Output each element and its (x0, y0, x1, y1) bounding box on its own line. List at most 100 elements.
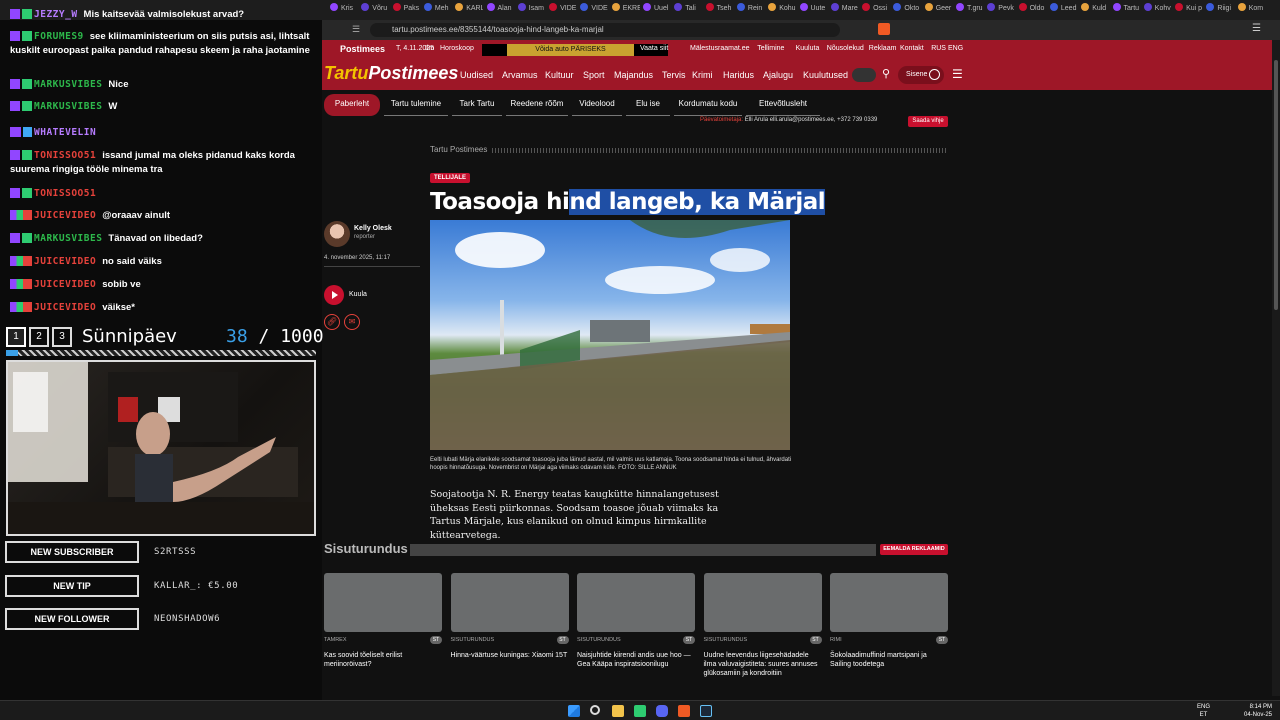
browser-tab[interactable]: Meh (423, 3, 452, 17)
folder-icon[interactable] (612, 705, 624, 717)
sponsored-card[interactable]: TAMREX ST Kas soovid tõeliselt erilist mer… (324, 573, 442, 668)
nav-item[interactable]: Kultuur (545, 70, 574, 80)
top-link-ilm[interactable]: Ilm (425, 45, 434, 52)
browser-tab[interactable]: Võru (361, 3, 389, 17)
discord-icon[interactable] (656, 705, 668, 717)
browser-tab[interactable]: Kris (330, 3, 358, 17)
system-clock[interactable]: 8:14 PM 04-Nov-25 (1244, 703, 1272, 719)
browser-tab[interactable]: Riigi (1206, 3, 1234, 17)
language-indicator[interactable]: ENG ET (1197, 703, 1210, 719)
sponsored-card[interactable]: SISUTURUNDUS ST Hinna-väärtuse kuningas: X… (450, 573, 569, 659)
browser-tab[interactable]: Alan (486, 3, 515, 17)
brave-shield-icon[interactable] (878, 23, 890, 35)
browser-tab[interactable]: T.gru (956, 3, 984, 17)
subnav-item[interactable]: Videolood (572, 94, 622, 116)
promo-cta[interactable]: Vaata siit (640, 45, 668, 52)
nav-item[interactable]: Uudised (460, 70, 493, 80)
browser-tab[interactable]: Tali (674, 3, 702, 17)
browser-tab[interactable]: Ossi (862, 3, 890, 17)
nav-item[interactable]: Haridus (723, 70, 754, 80)
subnav-item[interactable]: Tartu tulemine (384, 94, 448, 116)
author-name[interactable]: Kelly Olesk (354, 225, 392, 232)
card-title[interactable]: Šokolaadimuffinid martsipani ja Sailing … (830, 651, 948, 669)
browser-tab[interactable]: Kui p (1175, 3, 1203, 17)
app-icon[interactable] (634, 705, 646, 717)
top-right-link[interactable]: Kontakt (900, 45, 924, 52)
sponsored-card[interactable]: SISUTURUNDUS ST Uudne leevendus liigesehäd… (703, 573, 822, 677)
card-title[interactable]: Hinna-väärtuse kuningas: Xiaomi 15T (451, 651, 569, 660)
subnav-item[interactable]: Reedene rõõm (506, 94, 568, 116)
tab-search-icon[interactable]: ☰ (352, 24, 360, 35)
card-image[interactable] (830, 573, 948, 632)
email-icon[interactable]: ✉ (344, 314, 360, 330)
start-icon[interactable] (568, 705, 580, 717)
address-bar[interactable]: tartu.postimees.ee/8355144/toasooja-hind… (370, 23, 840, 37)
browser-tab[interactable]: VIDE (580, 3, 608, 17)
chat-username[interactable]: TONISSOO51 (34, 188, 96, 199)
card-image[interactable] (577, 573, 695, 632)
top-right-link[interactable]: Nõusolekud (827, 45, 864, 52)
browser-tab[interactable]: Kohv (1143, 3, 1172, 17)
play-icon[interactable] (324, 285, 344, 305)
top-right-link[interactable]: Tellimine (757, 45, 784, 52)
subnav-item[interactable]: Kordumatu kodu (674, 94, 742, 116)
card-title[interactable]: Naisjuhtide kiirendi andis uue hoo — Gea… (577, 651, 695, 669)
chat-username[interactable]: JUICEVIDEO (34, 302, 96, 313)
theme-toggle[interactable] (852, 68, 876, 82)
browser-tab[interactable]: Geer (924, 3, 953, 17)
nav-item[interactable]: Arvamus (502, 70, 538, 80)
browser-tab[interactable]: Rein (736, 3, 765, 17)
brand-link[interactable]: Postimees (340, 44, 385, 54)
top-right-link[interactable]: RUS (931, 45, 946, 52)
card-image[interactable] (703, 573, 822, 632)
browser-tab[interactable]: Kom (1237, 3, 1266, 17)
steam-icon[interactable] (700, 705, 712, 717)
browser-tab[interactable]: Kuld (1081, 3, 1109, 17)
browser-tab[interactable]: Okto (893, 3, 921, 17)
browser-tab[interactable]: Tartu (1112, 3, 1141, 17)
browser-tab[interactable]: Pevk (987, 3, 1015, 17)
top-right-link[interactable]: Mälestusraamat.ee (690, 45, 750, 52)
card-image[interactable] (324, 573, 442, 632)
search-icon[interactable] (590, 705, 600, 715)
page-scrollbar[interactable] (1272, 40, 1280, 696)
hamburger-icon[interactable]: ☰ (952, 67, 963, 81)
search-icon[interactable]: ⚲ (882, 67, 890, 80)
nav-item[interactable]: Krimi (692, 70, 713, 80)
subnav-item[interactable]: Tark Tartu (452, 94, 502, 116)
site-logo[interactable]: TartuPostimees (324, 63, 458, 84)
browser-tab[interactable]: Kohu (768, 3, 796, 17)
scroll-thumb[interactable] (1274, 60, 1278, 310)
chat-username[interactable]: JUICEVIDEO (34, 279, 96, 290)
hero-image[interactable] (430, 220, 790, 450)
chat-username[interactable]: TONISSOO51 (34, 150, 96, 161)
browser-tab[interactable]: Paks (392, 3, 421, 17)
browser-tab[interactable]: Uuel (643, 3, 671, 17)
promo-text[interactable]: Võida auto PÄRISEKS (507, 44, 634, 56)
browser-tab[interactable]: VIDE (549, 3, 577, 17)
browser-tab[interactable]: EKRE (611, 3, 640, 17)
menu-icon[interactable]: ☰ (1252, 23, 1261, 34)
chat-username[interactable]: MARKUSVIBES (34, 233, 102, 244)
author-avatar[interactable] (324, 221, 350, 247)
nav-item[interactable]: Ajalugu (763, 70, 793, 80)
browser-tab[interactable]: Oldo (1018, 3, 1047, 17)
chat-username[interactable]: WHATEVELIN (34, 127, 96, 138)
chat-username[interactable]: FORUMES9 (34, 31, 84, 42)
top-link-horoskoop[interactable]: Horoskoop (440, 45, 474, 52)
nav-item[interactable]: Sport (583, 70, 605, 80)
brave-icon[interactable] (678, 705, 690, 717)
remove-ads-button[interactable]: EEMALDA REKLAAMID (880, 544, 948, 555)
card-title[interactable]: Kas soovid tõeliselt erilist meriinoröiv… (324, 651, 442, 669)
nav-item[interactable]: Tervis (662, 70, 686, 80)
listen-label[interactable]: Kuula (349, 291, 367, 298)
card-image[interactable] (450, 573, 569, 632)
sponsored-card[interactable]: RIMI ST Šokolaadimuffinid martsipani ja Sa… (830, 573, 948, 668)
subnav-item[interactable]: Ettevõtlusleht (746, 94, 820, 116)
chat-username[interactable]: JUICEVIDEO (34, 210, 96, 221)
browser-tab[interactable]: Uute (799, 3, 828, 17)
browser-tab[interactable]: Tseh (705, 3, 734, 17)
send-tip-button[interactable]: Saada vihje (908, 116, 948, 127)
chat-username[interactable]: MARKUSVIBES (34, 79, 102, 90)
section-label[interactable]: Tartu Postimees (430, 145, 487, 154)
